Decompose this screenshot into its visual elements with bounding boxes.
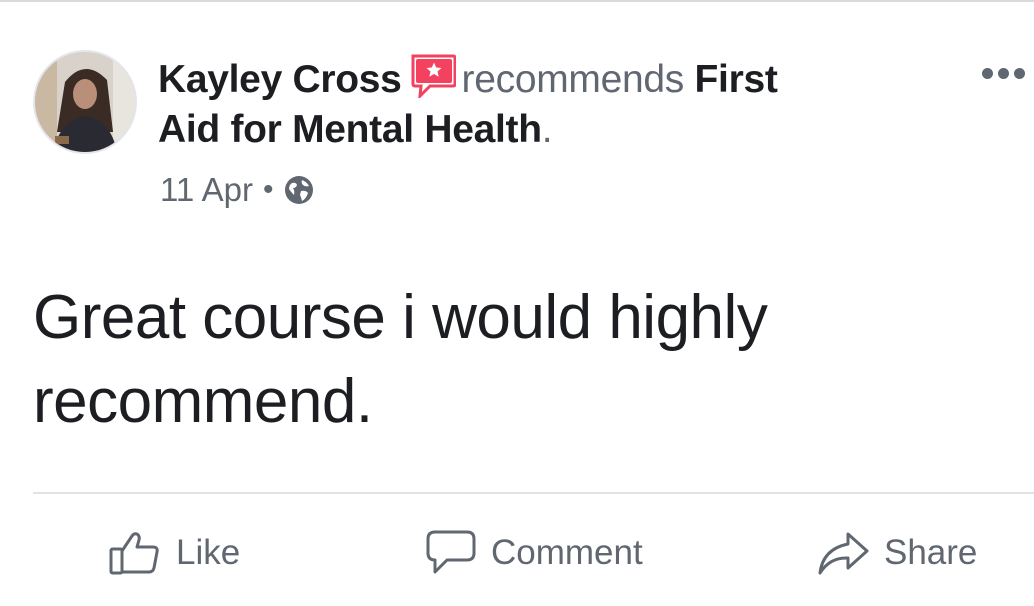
post-actions: Like Comment Share <box>0 518 1034 588</box>
recommendation-star-icon <box>410 54 457 101</box>
post-date[interactable]: 11 Apr <box>160 171 253 209</box>
meta-separator: • <box>262 173 274 206</box>
top-divider <box>0 0 1034 2</box>
more-dot <box>998 67 1009 79</box>
like-button[interactable]: Like <box>108 518 240 588</box>
page-name-rest: Aid for Mental Health <box>158 108 542 151</box>
share-button[interactable]: Share <box>816 518 977 588</box>
globe-icon[interactable] <box>283 174 315 206</box>
actions-divider <box>33 492 1034 494</box>
author-name[interactable]: Kayley Cross <box>158 58 402 101</box>
page-name-first: First <box>694 58 778 101</box>
post-text: Great course i would highly recommend. <box>33 283 768 436</box>
avatar-image <box>35 52 135 152</box>
recommends-verb: recommends <box>461 58 685 101</box>
post-meta: 11 Apr • <box>160 170 315 210</box>
header-period: . <box>541 108 553 151</box>
more-dot <box>982 67 993 79</box>
comment-label: Comment <box>491 533 643 572</box>
more-options-icon[interactable] <box>982 58 1030 88</box>
share-arrow-icon <box>816 529 870 577</box>
comment-button[interactable]: Comment <box>425 518 643 588</box>
avatar[interactable] <box>33 50 137 154</box>
more-dot <box>1014 67 1025 79</box>
thumbs-up-icon <box>108 530 162 576</box>
speech-bubble-icon <box>425 528 477 578</box>
like-label: Like <box>176 533 241 572</box>
post-header: Kayley Cross recommends First Aid for Men… <box>158 54 918 155</box>
share-label: Share <box>884 533 978 572</box>
